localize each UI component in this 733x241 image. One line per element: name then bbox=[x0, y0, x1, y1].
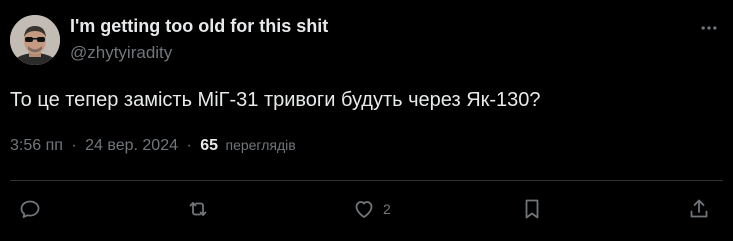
tweet-text: То це тепер замість МіГ-31 тривоги будут… bbox=[10, 89, 541, 111]
heart-icon bbox=[355, 201, 373, 218]
divider bbox=[10, 180, 723, 181]
bookmark-icon bbox=[525, 199, 539, 219]
tweet-time[interactable]: 3:56 пп bbox=[10, 137, 63, 154]
retweet-button[interactable] bbox=[186, 192, 210, 226]
like-count: 2 bbox=[383, 201, 391, 217]
tweet-date[interactable]: 24 вер. 2024 bbox=[85, 137, 178, 154]
more-options-icon[interactable] bbox=[694, 14, 724, 42]
bookmark-button[interactable] bbox=[520, 192, 544, 226]
author-display-name[interactable]: I'm getting too old for this shit bbox=[70, 16, 328, 37]
action-bar: 2 bbox=[0, 192, 733, 226]
views-label: переглядів bbox=[225, 137, 296, 153]
like-button[interactable]: 2 bbox=[352, 192, 391, 226]
meta-separator: · bbox=[186, 137, 192, 154]
views-count: 65 bbox=[200, 137, 219, 154]
share-button[interactable] bbox=[687, 192, 711, 226]
reply-icon bbox=[20, 200, 40, 218]
meta-separator: · bbox=[71, 137, 77, 154]
reply-button[interactable] bbox=[18, 192, 42, 226]
retweet-icon bbox=[189, 202, 207, 216]
tweet-meta: 3:56 пп · 24 вер. 2024 · 65 переглядів bbox=[10, 137, 296, 155]
share-icon bbox=[690, 199, 708, 218]
avatar[interactable] bbox=[10, 15, 60, 65]
author-handle[interactable]: @zhytyiradity bbox=[70, 43, 172, 63]
